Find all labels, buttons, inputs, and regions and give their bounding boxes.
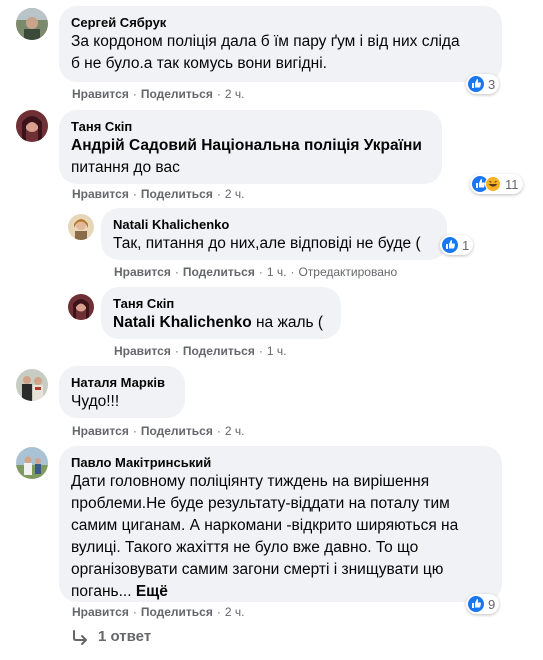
like-button[interactable]: Нравится [114, 265, 171, 279]
reaction-count[interactable]: 1 [440, 235, 474, 255]
mention-link[interactable]: Андрій Садовий Національна поліція Украї… [71, 135, 430, 157]
reaction-number: 11 [505, 176, 519, 192]
reaction-number: 1 [462, 237, 470, 253]
timestamp[interactable]: 2 ч. [225, 605, 245, 619]
share-button[interactable]: Поделиться [141, 605, 213, 619]
like-button[interactable]: Нравится [72, 605, 129, 619]
timestamp[interactable]: 1 ч. [267, 265, 287, 279]
separator: · [216, 424, 221, 438]
separator: · [216, 87, 221, 101]
separator: · [132, 605, 137, 619]
comment-bubble: Таня Скіп Андрій Садовий Національна пол… [59, 110, 442, 184]
separator: · [290, 265, 295, 279]
like-icon [468, 76, 484, 92]
like-button[interactable]: Нравится [72, 87, 129, 101]
see-more-link[interactable]: Ещё [136, 583, 168, 600]
comment-actions: Нравится · Поделиться · 2 ч. [72, 604, 244, 620]
reaction-number: 9 [488, 596, 496, 612]
share-button[interactable]: Поделиться [141, 87, 213, 101]
avatar[interactable] [68, 214, 94, 240]
comment-text-line: вулиці. Такого жахіття не було вже давно… [71, 539, 419, 556]
like-icon [468, 596, 484, 612]
separator: · [258, 344, 263, 358]
comment-text-line: Дати головному поліціянту тиждень на вир… [71, 473, 430, 490]
comment-author[interactable]: Сергей Сябрук [71, 14, 490, 31]
comment-bubble: Natali Khalichenko Так, питання до них,а… [101, 208, 447, 260]
separator: · [132, 87, 137, 101]
comment-actions: Нравится · Поделиться · 2 ч. [72, 186, 244, 202]
separator: · [258, 265, 263, 279]
comment-text-line: За кордоном поліція дала б їм пару ґум і… [71, 33, 460, 50]
avatar[interactable] [16, 447, 48, 479]
comment-text-line: організовувати самим загони смерті і зни… [71, 561, 444, 578]
avatar[interactable] [16, 8, 48, 40]
comment-actions: Нравится · Поделиться · 2 ч. [72, 423, 244, 439]
like-button[interactable]: Нравится [72, 424, 129, 438]
share-button[interactable]: Поделиться [183, 265, 255, 279]
share-button[interactable]: Поделиться [141, 424, 213, 438]
comment-text-line: погань... [71, 583, 132, 600]
like-icon [442, 237, 458, 253]
comment-text-line: самим циганам. А наркомани -відкрито шир… [71, 517, 459, 534]
separator: · [216, 605, 221, 619]
timestamp[interactable]: 2 ч. [225, 424, 245, 438]
avatar[interactable] [68, 294, 94, 320]
comment-text: Так, питання до них,але відповіді не буд… [113, 235, 421, 252]
reaction-number: 3 [488, 76, 496, 92]
mention-link[interactable]: Natali Khalichenko [113, 314, 252, 331]
reaction-count[interactable]: 9 [466, 594, 500, 614]
replies-count[interactable]: 1 ответ [98, 628, 151, 645]
comment-actions: Нравится · Поделиться · 1 ч. · Отредактировано [114, 264, 397, 280]
comment-author[interactable]: Павло Макітринський [71, 454, 490, 471]
comment-text: питання до вас [71, 159, 180, 176]
timestamp[interactable]: 2 ч. [225, 87, 245, 101]
avatar[interactable] [16, 110, 48, 142]
comment-actions: Нравится · Поделиться · 2 ч. [72, 86, 244, 102]
comment-author[interactable]: Наталя Марків [71, 374, 173, 391]
separator: · [132, 187, 137, 201]
haha-icon [485, 176, 501, 192]
comment-bubble: Сергей Сябрук За кордоном поліція дала б… [59, 6, 502, 82]
like-button[interactable]: Нравится [114, 344, 171, 358]
view-replies-link[interactable]: 1 ответ [72, 628, 151, 645]
comment-author[interactable]: Таня Скіп [113, 295, 329, 312]
separator: · [174, 344, 179, 358]
comment-author[interactable]: Natali Khalichenko [113, 216, 435, 233]
edited-label[interactable]: Отредактировано [298, 265, 397, 279]
reply-arrow-icon [72, 629, 90, 645]
timestamp[interactable]: 1 ч. [267, 344, 287, 358]
share-button[interactable]: Поделиться [183, 344, 255, 358]
avatar[interactable] [16, 369, 48, 401]
comment-actions: Нравится · Поделиться · 1 ч. [114, 343, 286, 359]
separator: · [132, 424, 137, 438]
comment-bubble: Таня Скіп Natali Khalichenko на жаль ( [101, 287, 341, 339]
comment-text-line: проблеми.Не буде результату-віддати на п… [71, 495, 450, 512]
comment-author[interactable]: Таня Скіп [71, 118, 430, 135]
comment-bubble: Павло Макітринський Дати головному поліц… [59, 446, 502, 602]
comment-bubble: Наталя Марків Чудо!!! [59, 366, 185, 418]
separator: · [216, 187, 221, 201]
timestamp[interactable]: 2 ч. [225, 187, 245, 201]
reaction-count[interactable]: 11 [470, 174, 523, 194]
comment-text-line: б не було.а так комусь вони вигідні. [71, 55, 327, 72]
comment-text: на жаль ( [256, 314, 324, 331]
reaction-count[interactable]: 3 [466, 74, 500, 94]
share-button[interactable]: Поделиться [141, 187, 213, 201]
separator: · [174, 265, 179, 279]
comment-text: Чудо!!! [71, 393, 120, 410]
like-button[interactable]: Нравится [72, 187, 129, 201]
